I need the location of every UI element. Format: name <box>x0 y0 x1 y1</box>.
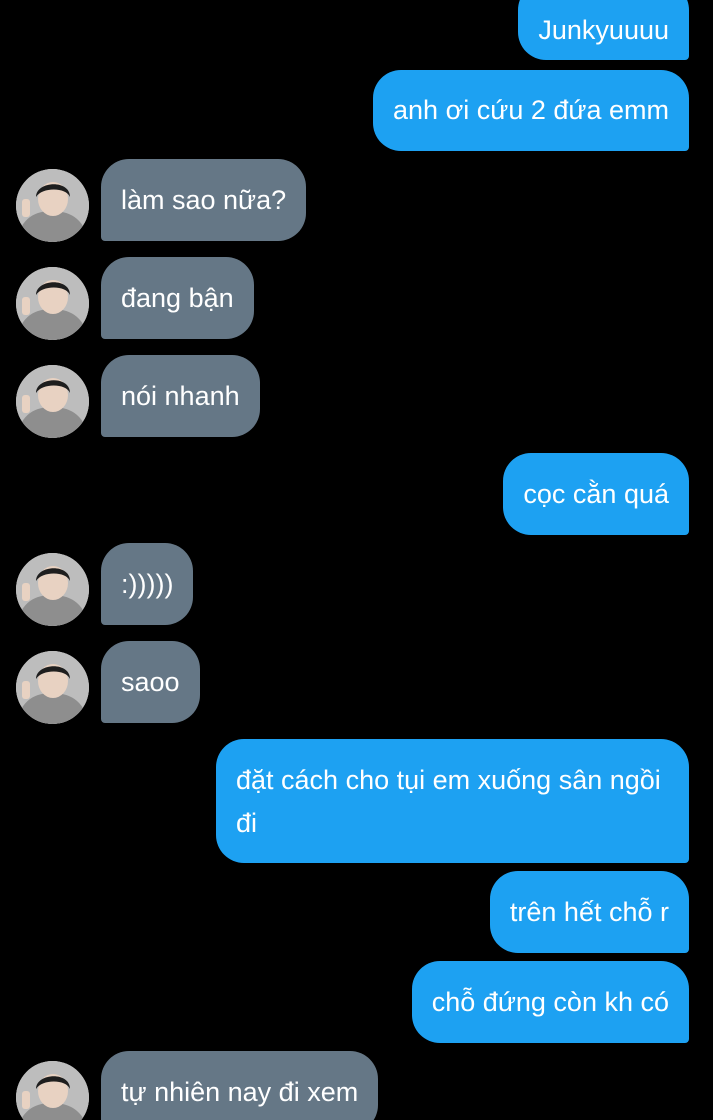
outgoing-message-bubble[interactable]: đặt cách cho tụi em xuống sân ngồi đi <box>216 739 689 863</box>
avatar-photo-icon <box>16 553 89 626</box>
avatar-photo-icon <box>16 1061 89 1120</box>
contact-avatar[interactable] <box>16 651 89 724</box>
chat-thread: Junkyuuuu anh ơi cứu 2 đứa emm làm sao n… <box>0 0 713 1120</box>
contact-avatar[interactable] <box>16 1061 89 1120</box>
message-text: đang bận <box>121 282 234 313</box>
message-text: chỗ đứng còn kh có <box>431 986 669 1017</box>
avatar-photo-icon <box>16 169 89 242</box>
avatar-photo-icon <box>16 651 89 724</box>
contact-avatar[interactable] <box>16 365 89 438</box>
message-text: trên hết chỗ r <box>509 896 669 927</box>
outgoing-message-bubble[interactable]: trên hết chỗ r <box>489 871 689 953</box>
outgoing-message-bubble[interactable]: chỗ đứng còn kh có <box>411 961 689 1043</box>
message-text: nói nhanh <box>121 380 240 411</box>
message-text: đặt cách cho tụi em xuống sân ngồi đi <box>236 765 661 838</box>
incoming-message-bubble[interactable]: :))))) <box>101 543 194 625</box>
message-text: cọc cằn quá <box>523 478 669 509</box>
message-text: tự nhiên nay đi xem <box>121 1076 359 1107</box>
incoming-message-bubble[interactable]: tự nhiên nay đi xem <box>101 1051 379 1120</box>
message-text: :))))) <box>121 568 174 599</box>
incoming-message-bubble[interactable]: làm sao nữa? <box>101 159 307 241</box>
incoming-message-bubble[interactable]: đang bận <box>101 257 254 339</box>
outgoing-message-bubble[interactable]: anh ơi cứu 2 đứa emm <box>373 70 689 151</box>
contact-avatar[interactable] <box>16 553 89 626</box>
contact-avatar[interactable] <box>16 169 89 242</box>
message-text: anh ơi cứu 2 đứa emm <box>393 95 669 125</box>
outgoing-message-bubble[interactable]: Junkyuuuu <box>518 0 689 60</box>
avatar-photo-icon <box>16 365 89 438</box>
message-text: saoo <box>121 666 180 697</box>
outgoing-message-bubble[interactable]: cọc cằn quá <box>503 453 689 535</box>
incoming-message-bubble[interactable]: saoo <box>101 641 200 723</box>
contact-avatar[interactable] <box>16 267 89 340</box>
message-text: Junkyuuuu <box>538 14 669 45</box>
avatar-photo-icon <box>16 267 89 340</box>
incoming-message-bubble[interactable]: nói nhanh <box>101 355 260 437</box>
message-text: làm sao nữa? <box>121 184 287 215</box>
